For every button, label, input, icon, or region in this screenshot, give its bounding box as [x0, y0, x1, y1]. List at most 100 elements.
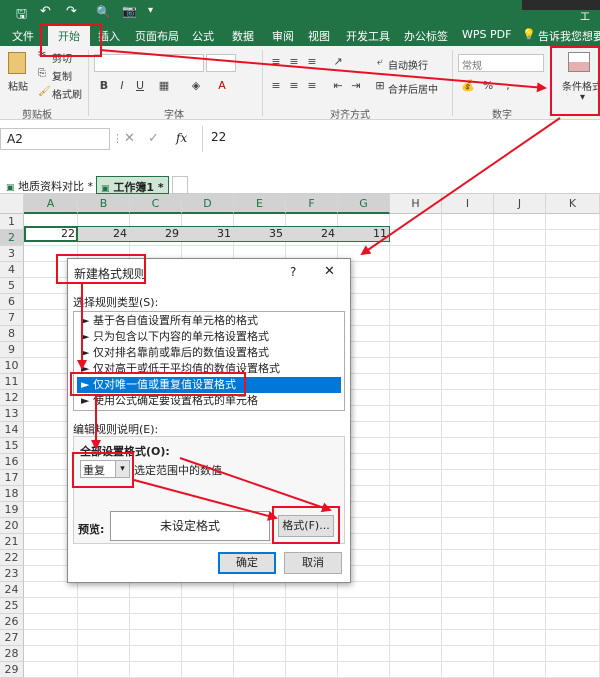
column-header-g[interactable]: G	[338, 194, 390, 214]
row-header-8[interactable]: 8	[0, 326, 24, 342]
formula-input[interactable]: 22	[202, 126, 600, 152]
menu-file[interactable]: 文件	[12, 28, 34, 44]
row-header-6[interactable]: 6	[0, 294, 24, 310]
menu-wps-pdf[interactable]: WPS PDF	[462, 28, 511, 41]
merge-center-button[interactable]: 合并后居中	[388, 81, 438, 96]
column-header-k[interactable]: K	[546, 194, 600, 214]
row-header-22[interactable]: 22	[0, 550, 24, 566]
cell-c2[interactable]: 29	[130, 226, 182, 242]
help-button[interactable]: ?	[290, 265, 296, 279]
row-header-21[interactable]: 21	[0, 534, 24, 550]
fill-color-icon[interactable]: ◈	[188, 78, 204, 94]
rule-type-item[interactable]: ► 基于各自值设置所有单元格的格式	[77, 313, 341, 329]
cancel-icon[interactable]: ✕	[124, 131, 135, 146]
align-middle-icon[interactable]: ≡	[286, 54, 302, 70]
row-header-20[interactable]: 20	[0, 518, 24, 534]
row-header-13[interactable]: 13	[0, 406, 24, 422]
merge-center-icon[interactable]: ⊞	[372, 78, 388, 94]
menu-tell-me[interactable]: 告诉我您想要做什么	[538, 28, 600, 44]
menu-formulas[interactable]: 公式	[192, 28, 214, 44]
bold-icon[interactable]: B	[96, 78, 112, 94]
sheet-tab-2[interactable]: ▣ 工作簿1 *	[96, 176, 169, 194]
row-header-23[interactable]: 23	[0, 566, 24, 582]
comma-icon[interactable]: ,	[500, 78, 516, 94]
border-icon[interactable]: ▦	[156, 78, 172, 94]
menu-page-layout[interactable]: 页面布局	[135, 28, 179, 44]
row-header-12[interactable]: 12	[0, 390, 24, 406]
new-tab-button[interactable]	[172, 176, 188, 194]
cancel-button[interactable]: 取消	[284, 552, 342, 574]
ok-button[interactable]: 确定	[218, 552, 276, 574]
menu-view[interactable]: 视图	[308, 28, 330, 44]
font-name-box[interactable]	[94, 54, 204, 72]
row-header-28[interactable]: 28	[0, 646, 24, 662]
orientation-icon[interactable]: ↗	[330, 54, 346, 70]
row-header-3[interactable]: 3	[0, 246, 24, 262]
number-format-box[interactable]: 常规	[458, 54, 544, 72]
enter-icon[interactable]: ✓	[148, 131, 159, 146]
print-preview-icon[interactable]: 🔍	[96, 5, 111, 19]
row-header-26[interactable]: 26	[0, 614, 24, 630]
insert-function-icon[interactable]: fx	[176, 131, 187, 145]
row-header-27[interactable]: 27	[0, 630, 24, 646]
column-header-i[interactable]: I	[442, 194, 494, 214]
cell-e2[interactable]: 35	[234, 226, 286, 242]
format-painter-icon[interactable]: 🖌	[38, 86, 51, 97]
rule-type-item[interactable]: ► 只为包含以下内容的单元格设置格式	[77, 329, 341, 345]
column-header-a[interactable]: A	[24, 194, 78, 214]
increase-indent-icon[interactable]: ⇥	[348, 78, 364, 94]
select-all-corner[interactable]	[0, 194, 24, 214]
sheet-tab-1[interactable]: ▣ 地质资料对比 *	[2, 176, 97, 194]
font-size-box[interactable]	[206, 54, 236, 72]
row-header-14[interactable]: 14	[0, 422, 24, 438]
font-color-icon[interactable]: A	[214, 78, 230, 94]
camera-icon[interactable]: 📷	[122, 4, 137, 18]
cell-b2[interactable]: 24	[78, 226, 130, 242]
row-header-15[interactable]: 15	[0, 438, 24, 454]
cell-d2[interactable]: 31	[182, 226, 234, 242]
copy-icon[interactable]: ⎘	[38, 68, 46, 79]
column-header-d[interactable]: D	[182, 194, 234, 214]
cell-a2[interactable]: 22	[24, 226, 78, 242]
row-header-11[interactable]: 11	[0, 374, 24, 390]
align-top-icon[interactable]: ≡	[268, 54, 284, 70]
redo-icon[interactable]: ↷	[66, 4, 77, 19]
align-center-icon[interactable]: ≡	[286, 78, 302, 94]
row-header-9[interactable]: 9	[0, 342, 24, 358]
decrease-indent-icon[interactable]: ⇤	[330, 78, 346, 94]
italic-icon[interactable]: I	[114, 78, 130, 94]
undo-icon[interactable]: ↶	[40, 4, 51, 19]
column-header-e[interactable]: E	[234, 194, 286, 214]
cell-g2[interactable]: 11	[338, 226, 390, 242]
name-box[interactable]: A2	[0, 128, 110, 150]
currency-icon[interactable]: 💰	[460, 78, 476, 94]
row-header-18[interactable]: 18	[0, 486, 24, 502]
row-header-1[interactable]: 1	[0, 214, 24, 230]
row-header-29[interactable]: 29	[0, 662, 24, 678]
menu-developer[interactable]: 开发工具	[346, 28, 390, 44]
row-header-16[interactable]: 16	[0, 454, 24, 470]
column-header-b[interactable]: B	[78, 194, 130, 214]
row-header-19[interactable]: 19	[0, 502, 24, 518]
column-header-f[interactable]: F	[286, 194, 338, 214]
column-header-j[interactable]: J	[494, 194, 546, 214]
menu-review[interactable]: 审阅	[272, 28, 294, 44]
copy-button[interactable]: 复制	[52, 68, 72, 83]
paste-icon[interactable]	[8, 52, 26, 74]
percent-icon[interactable]: %	[480, 78, 496, 94]
cell-f2[interactable]: 24	[286, 226, 338, 242]
customize-qat-icon[interactable]: ▾	[148, 5, 153, 16]
align-bottom-icon[interactable]: ≡	[304, 54, 320, 70]
close-icon[interactable]: ✕	[324, 264, 335, 279]
row-header-2[interactable]: 2	[0, 230, 24, 246]
align-left-icon[interactable]: ≡	[268, 78, 284, 94]
row-header-5[interactable]: 5	[0, 278, 24, 294]
column-header-c[interactable]: C	[130, 194, 182, 214]
row-header-10[interactable]: 10	[0, 358, 24, 374]
row-header-4[interactable]: 4	[0, 262, 24, 278]
row-header-25[interactable]: 25	[0, 598, 24, 614]
column-header-h[interactable]: H	[390, 194, 442, 214]
row-header-7[interactable]: 7	[0, 310, 24, 326]
menu-office-tab[interactable]: 办公标签	[404, 28, 448, 44]
align-right-icon[interactable]: ≡	[304, 78, 320, 94]
